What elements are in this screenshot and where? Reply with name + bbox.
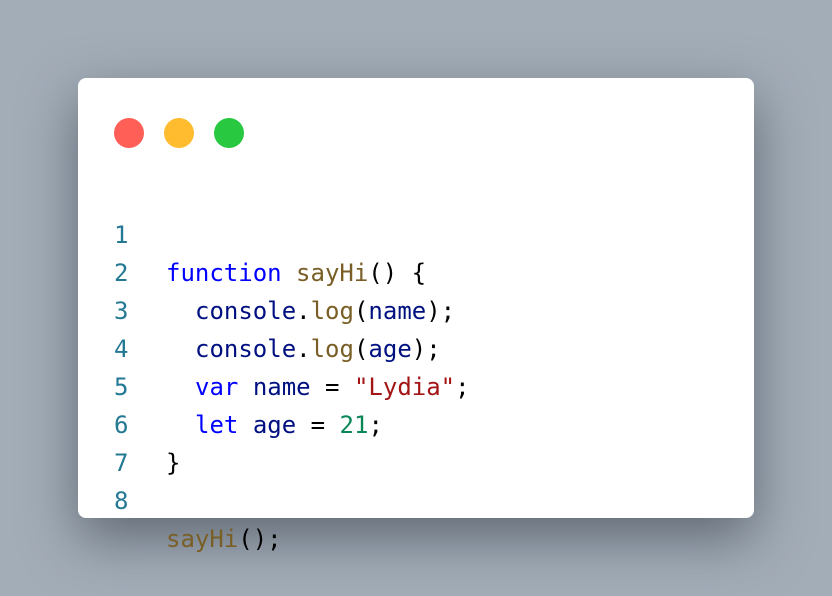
close-dot-icon[interactable]: [114, 118, 144, 148]
code-line: 1 function sayHi() {: [78, 178, 754, 287]
function-name-token: sayHi: [166, 525, 239, 553]
maximize-dot-icon[interactable]: [214, 118, 244, 148]
code-line: 4 var name = "Lydia";: [78, 292, 754, 401]
minimize-dot-icon[interactable]: [164, 118, 194, 148]
punctuation-token: ();: [238, 525, 282, 553]
code-line-content: sayHi();: [166, 520, 282, 558]
code-line: 7: [78, 406, 754, 477]
code-line: 2 console.log(name);: [78, 216, 754, 325]
code-line: 3 console.log(age);: [78, 254, 754, 363]
code-block: 1 function sayHi() { 2 console.log(name)…: [78, 178, 754, 553]
line-number: 8: [114, 487, 129, 515]
code-line: 8 sayHi();: [78, 444, 754, 553]
code-window: 1 function sayHi() { 2 console.log(name)…: [78, 78, 754, 553]
code-line: 5 let age = 21;: [78, 330, 754, 439]
code-line: 6 }: [78, 368, 754, 477]
